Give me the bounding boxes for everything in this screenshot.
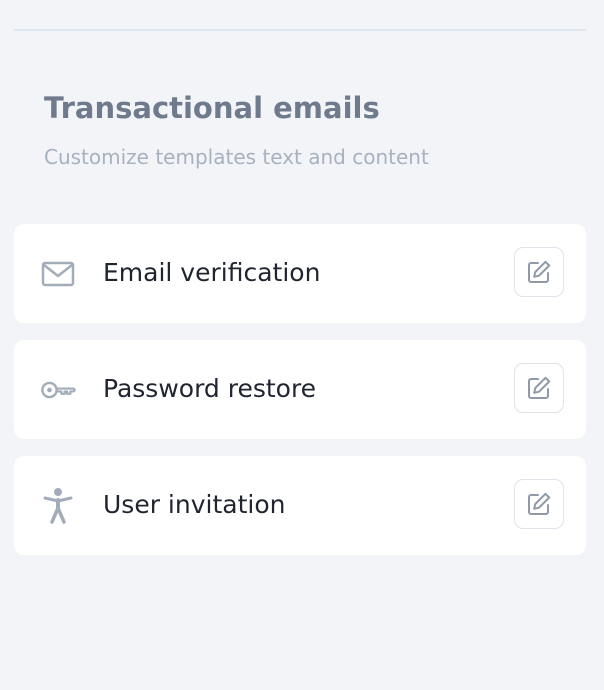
edit-user-invitation-button[interactable] xyxy=(514,479,564,529)
person-icon xyxy=(40,488,76,524)
template-label: Email verification xyxy=(103,258,321,287)
edit-icon xyxy=(526,375,552,401)
template-label: Password restore xyxy=(103,374,317,403)
edit-icon xyxy=(526,491,552,517)
key-icon xyxy=(40,372,76,408)
edit-email-verification-button[interactable] xyxy=(514,247,564,297)
edit-icon xyxy=(526,259,552,285)
edit-password-restore-button[interactable] xyxy=(514,363,564,413)
template-card-email-verification: Email verification xyxy=(14,224,586,323)
top-divider xyxy=(14,29,586,31)
template-card-user-invitation: User invitation xyxy=(14,456,586,555)
section-title: Transactional emails xyxy=(44,91,380,125)
section-subtitle: Customize templates text and content xyxy=(44,145,429,169)
template-label: User invitation xyxy=(103,490,286,519)
envelope-icon xyxy=(40,256,76,292)
template-card-password-restore: Password restore xyxy=(14,340,586,439)
